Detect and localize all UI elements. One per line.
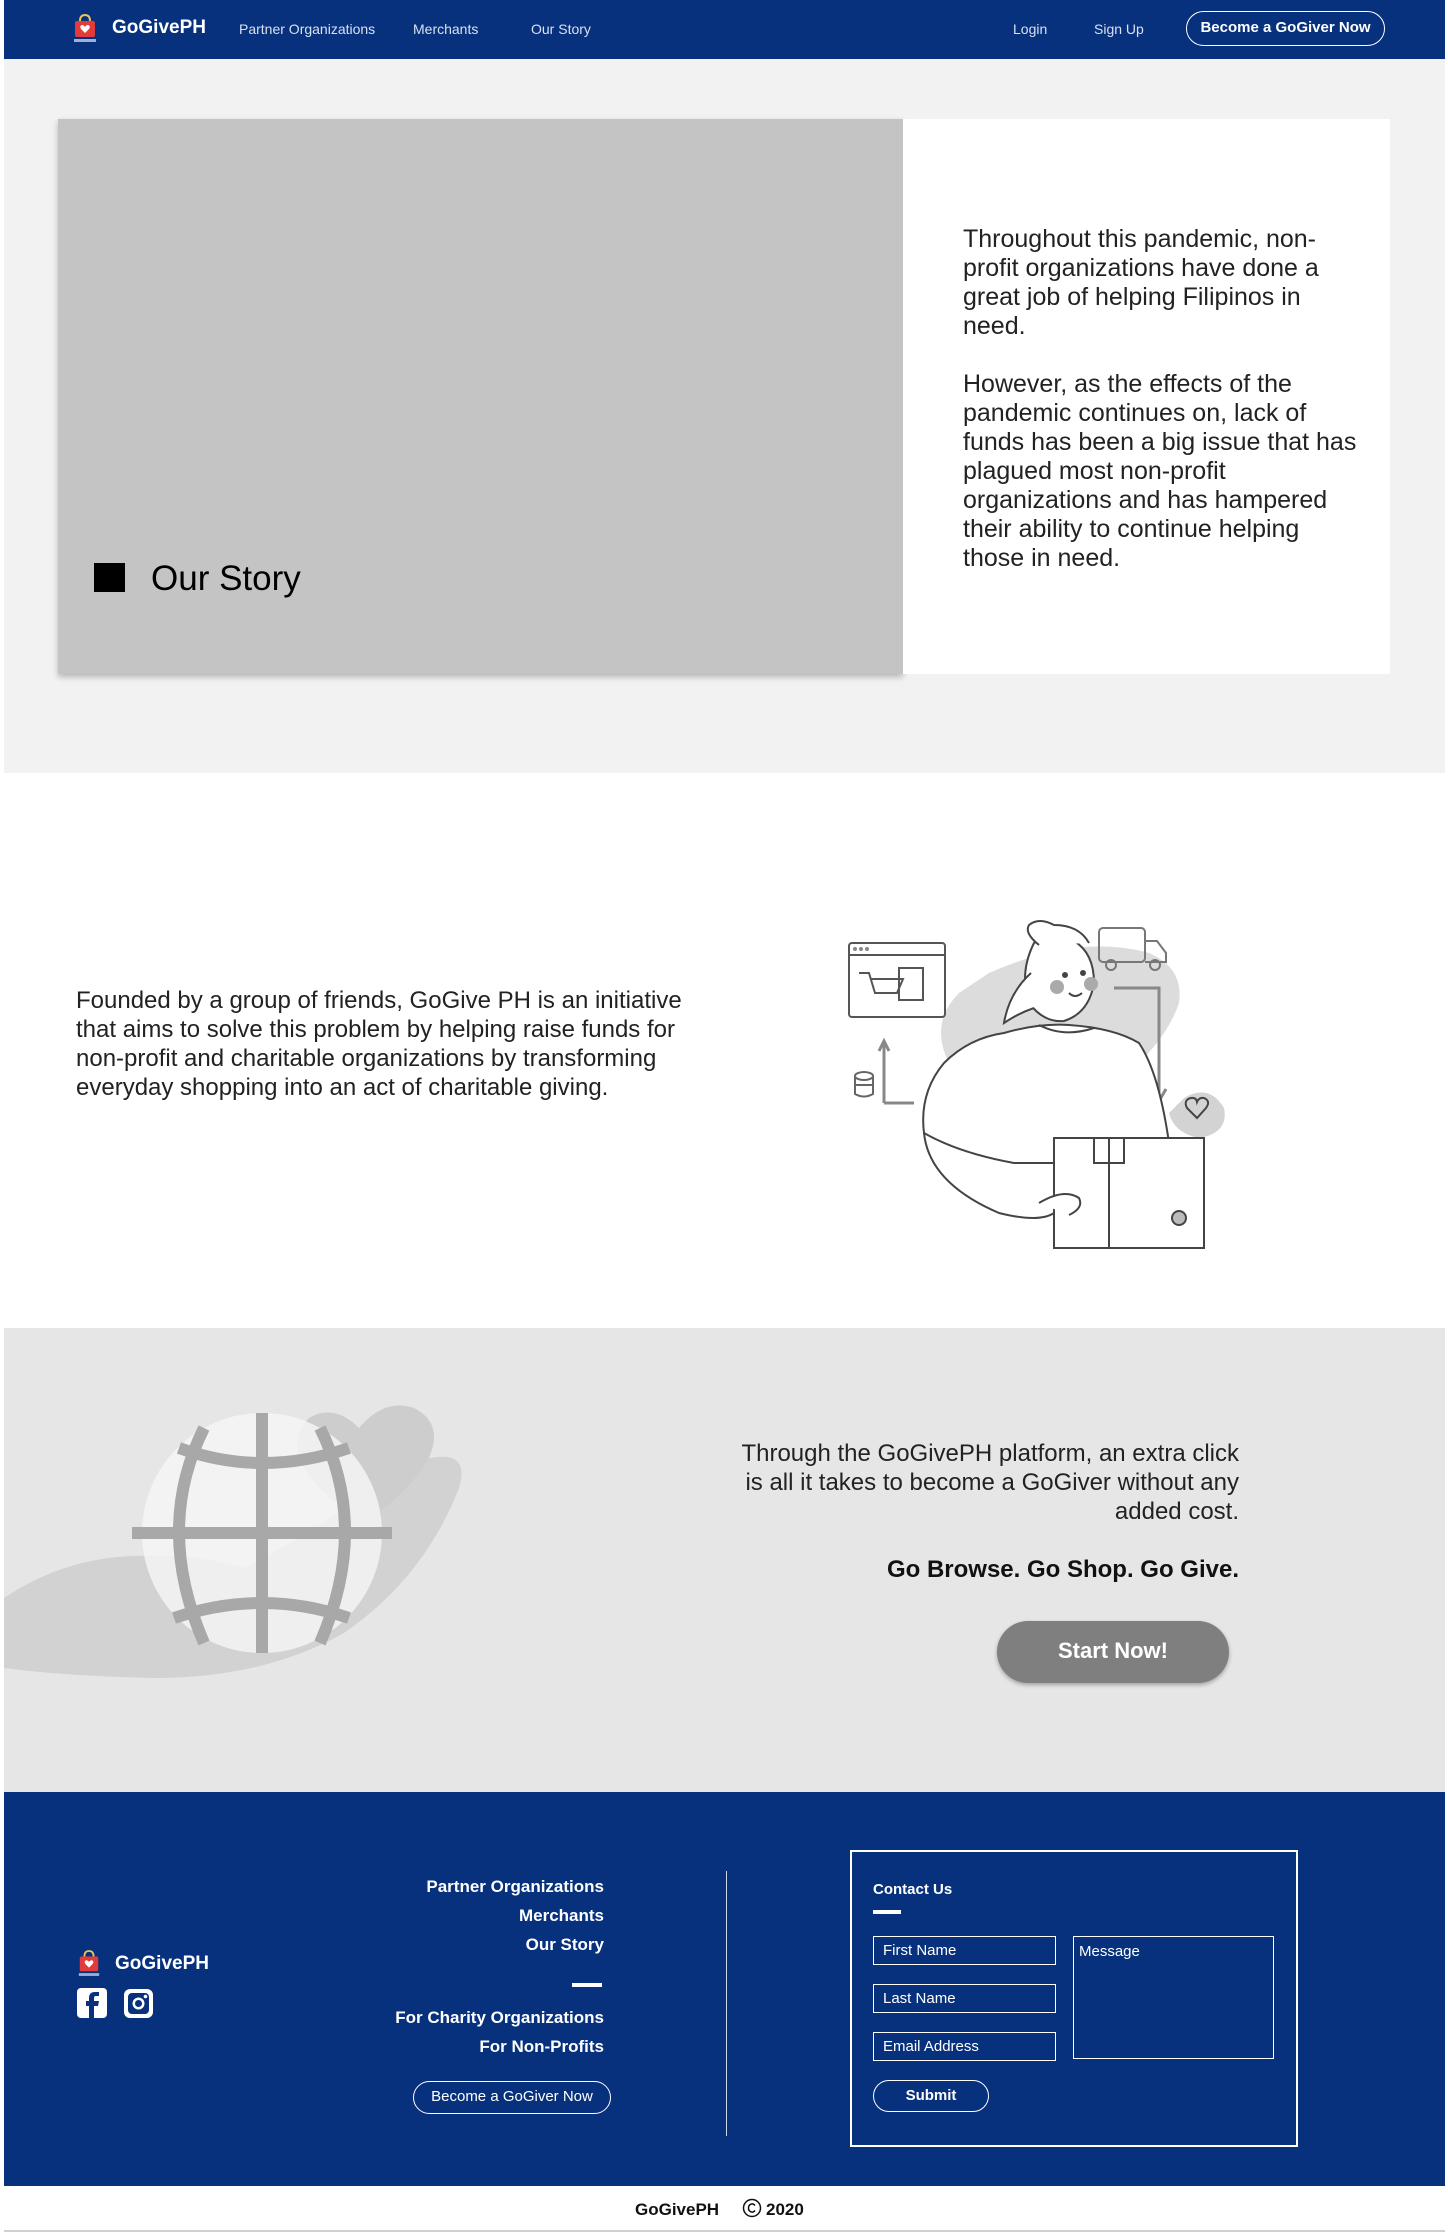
top-nav: GoGivePH Partner Organizations Merchants… xyxy=(4,0,1445,59)
footer-vertical-divider xyxy=(726,1871,727,2136)
contact-title-underline xyxy=(873,1910,901,1914)
message-field[interactable] xyxy=(1073,1936,1274,2059)
nav-link-our-story[interactable]: Our Story xyxy=(531,21,591,37)
platform-text: Through the GoGivePH platform, an extra … xyxy=(741,1440,1239,1525)
nav-login-link[interactable]: Login xyxy=(1013,21,1047,37)
copyright-icon xyxy=(742,2198,762,2218)
submit-button[interactable]: Submit xyxy=(873,2080,989,2112)
hero-title: Our Story xyxy=(151,559,301,598)
hero-text-card: Throughout this pandemic, non-profit org… xyxy=(903,119,1390,674)
footer-brand[interactable]: GoGivePH xyxy=(115,1953,209,1975)
start-now-button[interactable]: Start Now! xyxy=(997,1621,1229,1683)
hero-paragraph: Throughout this pandemic, non-profit org… xyxy=(963,225,1319,340)
nav-link-merchants[interactable]: Merchants xyxy=(413,21,478,37)
platform-tagline: Go Browse. Go Shop. Go Give. xyxy=(886,1556,1239,1583)
footer-link-charity-organizations[interactable]: For Charity Organizations xyxy=(395,2008,604,2028)
nav-link-partner-organizations[interactable]: Partner Organizations xyxy=(239,21,375,37)
become-gogiver-button[interactable]: Become a GoGiver Now xyxy=(1186,11,1385,46)
platform-section: Through the GoGivePH platform, an extra … xyxy=(4,1328,1445,1792)
instagram-icon[interactable] xyxy=(123,1988,154,2019)
title-square-marker xyxy=(94,563,125,592)
globe-in-hand-illustration xyxy=(4,1405,462,1678)
footer: GoGivePH Partner Organizations Merchants… xyxy=(4,1792,1445,2186)
hero-paragraph: However, as the effects of the pandemic … xyxy=(963,370,1357,572)
nav-signup-link[interactable]: Sign Up xyxy=(1094,21,1144,37)
our-story-hero: Our Story Throughout this pandemic, non-… xyxy=(4,59,1445,773)
contact-title: Contact Us xyxy=(873,1881,953,1898)
first-name-field[interactable] xyxy=(873,1936,1056,1965)
shopping-bag-logo-icon[interactable] xyxy=(72,12,98,44)
footer-link-non-profits[interactable]: For Non-Profits xyxy=(479,2037,604,2057)
last-name-field[interactable] xyxy=(873,1984,1056,2013)
footer-become-gogiver-button[interactable]: Become a GoGiver Now xyxy=(413,2081,611,2114)
founded-section: Founded by a group of friends, GoGive PH… xyxy=(4,773,1445,1328)
shopping-bag-logo-icon[interactable] xyxy=(77,1948,101,1978)
copyright-year: 2020 xyxy=(766,2200,804,2219)
footer-divider-dash xyxy=(572,1983,602,1987)
facebook-icon[interactable] xyxy=(77,1988,107,2018)
copyright-brand: GoGivePH xyxy=(635,2200,720,2219)
nav-brand[interactable]: GoGivePH xyxy=(112,17,206,39)
email-field[interactable] xyxy=(873,2032,1056,2061)
hero-text: Throughout this pandemic, non-profit org… xyxy=(963,225,1363,573)
contact-form: Contact Us Submit xyxy=(850,1850,1298,2147)
copyright-bar: GoGivePH 2020 xyxy=(4,2186,1445,2232)
founded-text: Founded by a group of friends, GoGive PH… xyxy=(76,987,682,1101)
footer-link-our-story[interactable]: Our Story xyxy=(526,1935,604,1955)
footer-link-partner-organizations[interactable]: Partner Organizations xyxy=(426,1877,604,1897)
hero-image-placeholder: Our Story xyxy=(58,119,903,674)
footer-link-merchants[interactable]: Merchants xyxy=(519,1906,604,1926)
woman-with-package-illustration xyxy=(848,920,1225,1249)
